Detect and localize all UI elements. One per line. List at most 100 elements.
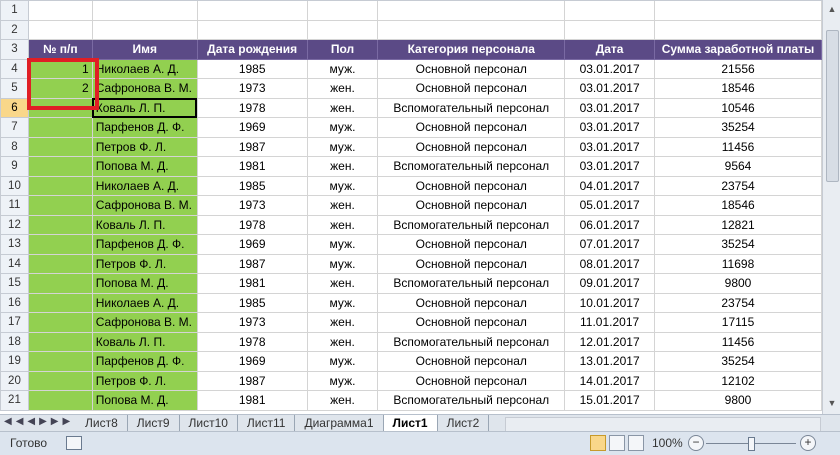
row-header[interactable]: 8 bbox=[0, 136, 29, 157]
grid-cell[interactable]: Петров Ф. Л. bbox=[91, 136, 198, 157]
grid-cell[interactable]: 21556 bbox=[654, 58, 822, 79]
grid-cell[interactable]: Основной персонал bbox=[377, 370, 566, 391]
grid-cell[interactable] bbox=[27, 292, 93, 313]
row-header[interactable]: 14 bbox=[0, 253, 29, 274]
grid-cell[interactable]: Основной персонал bbox=[377, 292, 566, 313]
grid-cell[interactable]: 04.01.2017 bbox=[564, 175, 656, 196]
grid-cell[interactable]: Петров Ф. Л. bbox=[91, 370, 198, 391]
grid-cell[interactable] bbox=[27, 214, 93, 235]
grid-cell[interactable]: 23754 bbox=[654, 175, 822, 196]
grid-cell[interactable]: 17115 bbox=[654, 312, 822, 333]
horizontal-scrollbar[interactable] bbox=[505, 417, 821, 432]
row-header[interactable]: 16 bbox=[0, 292, 29, 313]
row-header[interactable]: 12 bbox=[0, 214, 29, 235]
grid-cell[interactable]: 03.01.2017 bbox=[564, 156, 656, 177]
grid-cell[interactable]: 11.01.2017 bbox=[564, 312, 656, 333]
grid-cell[interactable]: 08.01.2017 bbox=[564, 253, 656, 274]
grid-cell[interactable]: Вспомогательный персонал bbox=[377, 97, 566, 118]
row-header[interactable]: 5 bbox=[0, 78, 29, 99]
grid-cell[interactable]: Парфенов Д. Ф. bbox=[91, 234, 198, 255]
grid-cell[interactable]: 1981 bbox=[196, 390, 308, 411]
grid-cell[interactable] bbox=[27, 312, 93, 333]
grid-cell[interactable]: 03.01.2017 bbox=[564, 117, 656, 138]
grid-cell[interactable]: 1985 bbox=[196, 58, 308, 79]
sheet-table[interactable]: 1 2 3 № п/п Имя Дата рождения Пол Категория пер… bbox=[0, 0, 822, 411]
grid-cell[interactable] bbox=[377, 19, 566, 40]
grid-cell[interactable] bbox=[27, 156, 93, 177]
grid-cell[interactable]: муж. bbox=[306, 370, 379, 391]
row-header[interactable]: 1 bbox=[0, 0, 29, 21]
zoom-level[interactable]: 100% bbox=[652, 436, 683, 450]
grid-cell[interactable]: Основной персонал bbox=[377, 253, 566, 274]
grid-cell[interactable]: 03.01.2017 bbox=[564, 58, 656, 79]
column-title[interactable]: Дата рождения bbox=[196, 39, 308, 60]
grid-cell[interactable] bbox=[306, 0, 379, 21]
grid-cell[interactable] bbox=[27, 273, 93, 294]
sheet-tab[interactable]: Лист10 bbox=[179, 415, 238, 431]
grid-cell[interactable]: 1978 bbox=[196, 214, 308, 235]
grid-cell[interactable]: муж. bbox=[306, 136, 379, 157]
grid-cell[interactable]: 03.01.2017 bbox=[564, 136, 656, 157]
grid-cell[interactable]: Николаев А. Д. bbox=[91, 175, 198, 196]
row-header[interactable]: 7 bbox=[0, 117, 29, 138]
column-title[interactable]: Дата bbox=[564, 39, 656, 60]
grid-cell[interactable]: 11456 bbox=[654, 136, 822, 157]
grid-cell[interactable]: Основной персонал bbox=[377, 117, 566, 138]
grid-cell[interactable] bbox=[564, 0, 656, 21]
grid-cell[interactable]: Вспомогательный персонал bbox=[377, 331, 566, 352]
grid-cell[interactable]: Петров Ф. Л. bbox=[91, 253, 198, 274]
grid-cell[interactable]: 05.01.2017 bbox=[564, 195, 656, 216]
grid-cell[interactable]: 07.01.2017 bbox=[564, 234, 656, 255]
row-header[interactable]: 17 bbox=[0, 312, 29, 333]
grid-cell[interactable]: жен. bbox=[306, 273, 379, 294]
grid-cell[interactable]: Вспомогательный персонал bbox=[377, 214, 566, 235]
grid-cell[interactable]: Парфенов Д. Ф. bbox=[91, 117, 198, 138]
grid-cell[interactable]: Основной персонал bbox=[377, 58, 566, 79]
grid-cell[interactable]: муж. bbox=[306, 292, 379, 313]
grid-cell[interactable] bbox=[91, 0, 198, 21]
sheet-tab[interactable]: Диаграмма1 bbox=[295, 415, 384, 431]
grid-cell[interactable]: Коваль Л. П. bbox=[91, 331, 198, 352]
grid-cell[interactable] bbox=[196, 19, 308, 40]
column-title[interactable]: Имя bbox=[91, 39, 198, 60]
grid-cell[interactable]: жен. bbox=[306, 97, 379, 118]
row-header[interactable]: 6 bbox=[0, 97, 29, 118]
grid-cell[interactable] bbox=[27, 351, 93, 372]
grid-cell[interactable]: 11456 bbox=[654, 331, 822, 352]
grid-cell[interactable]: Николаев А. Д. bbox=[91, 58, 198, 79]
scroll-down-icon[interactable]: ▼ bbox=[825, 396, 839, 410]
column-title[interactable]: Сумма заработной платы bbox=[654, 39, 822, 60]
grid-cell[interactable]: Николаев А. Д. bbox=[91, 292, 198, 313]
grid-cell[interactable]: 1 bbox=[27, 58, 93, 79]
grid-cell[interactable]: Основной персонал bbox=[377, 136, 566, 157]
grid-cell[interactable]: 09.01.2017 bbox=[564, 273, 656, 294]
grid-cell[interactable]: 1987 bbox=[196, 136, 308, 157]
grid-cell[interactable] bbox=[564, 19, 656, 40]
grid-cell[interactable]: Вспомогательный персонал bbox=[377, 273, 566, 294]
grid-cell[interactable]: 1978 bbox=[196, 97, 308, 118]
grid-cell[interactable]: 10546 bbox=[654, 97, 822, 118]
column-title[interactable]: Пол bbox=[306, 39, 379, 60]
grid-cell[interactable]: 1978 bbox=[196, 331, 308, 352]
grid-cell[interactable]: Основной персонал bbox=[377, 195, 566, 216]
row-header[interactable]: 4 bbox=[0, 58, 29, 79]
sheet-tab[interactable]: Лист9 bbox=[127, 415, 180, 431]
grid-cell[interactable]: 18546 bbox=[654, 195, 822, 216]
grid-cell[interactable] bbox=[27, 136, 93, 157]
grid-cell[interactable]: муж. bbox=[306, 351, 379, 372]
scroll-thumb[interactable] bbox=[826, 30, 839, 182]
grid-cell[interactable]: жен. bbox=[306, 156, 379, 177]
row-header[interactable]: 15 bbox=[0, 273, 29, 294]
grid-cell[interactable]: 2 bbox=[27, 78, 93, 99]
grid-cell[interactable]: Попова М. Д. bbox=[91, 273, 198, 294]
grid-cell[interactable]: Основной персонал bbox=[377, 351, 566, 372]
grid-cell[interactable]: 9800 bbox=[654, 390, 822, 411]
grid-cell[interactable]: 1981 bbox=[196, 273, 308, 294]
grid-cell[interactable]: 1969 bbox=[196, 117, 308, 138]
zoom-out-icon[interactable]: − bbox=[688, 435, 704, 451]
grid-cell[interactable] bbox=[654, 19, 822, 40]
grid-cell[interactable]: 1973 bbox=[196, 78, 308, 99]
grid-cell[interactable] bbox=[27, 97, 93, 118]
row-header[interactable]: 19 bbox=[0, 351, 29, 372]
grid-cell[interactable] bbox=[306, 19, 379, 40]
